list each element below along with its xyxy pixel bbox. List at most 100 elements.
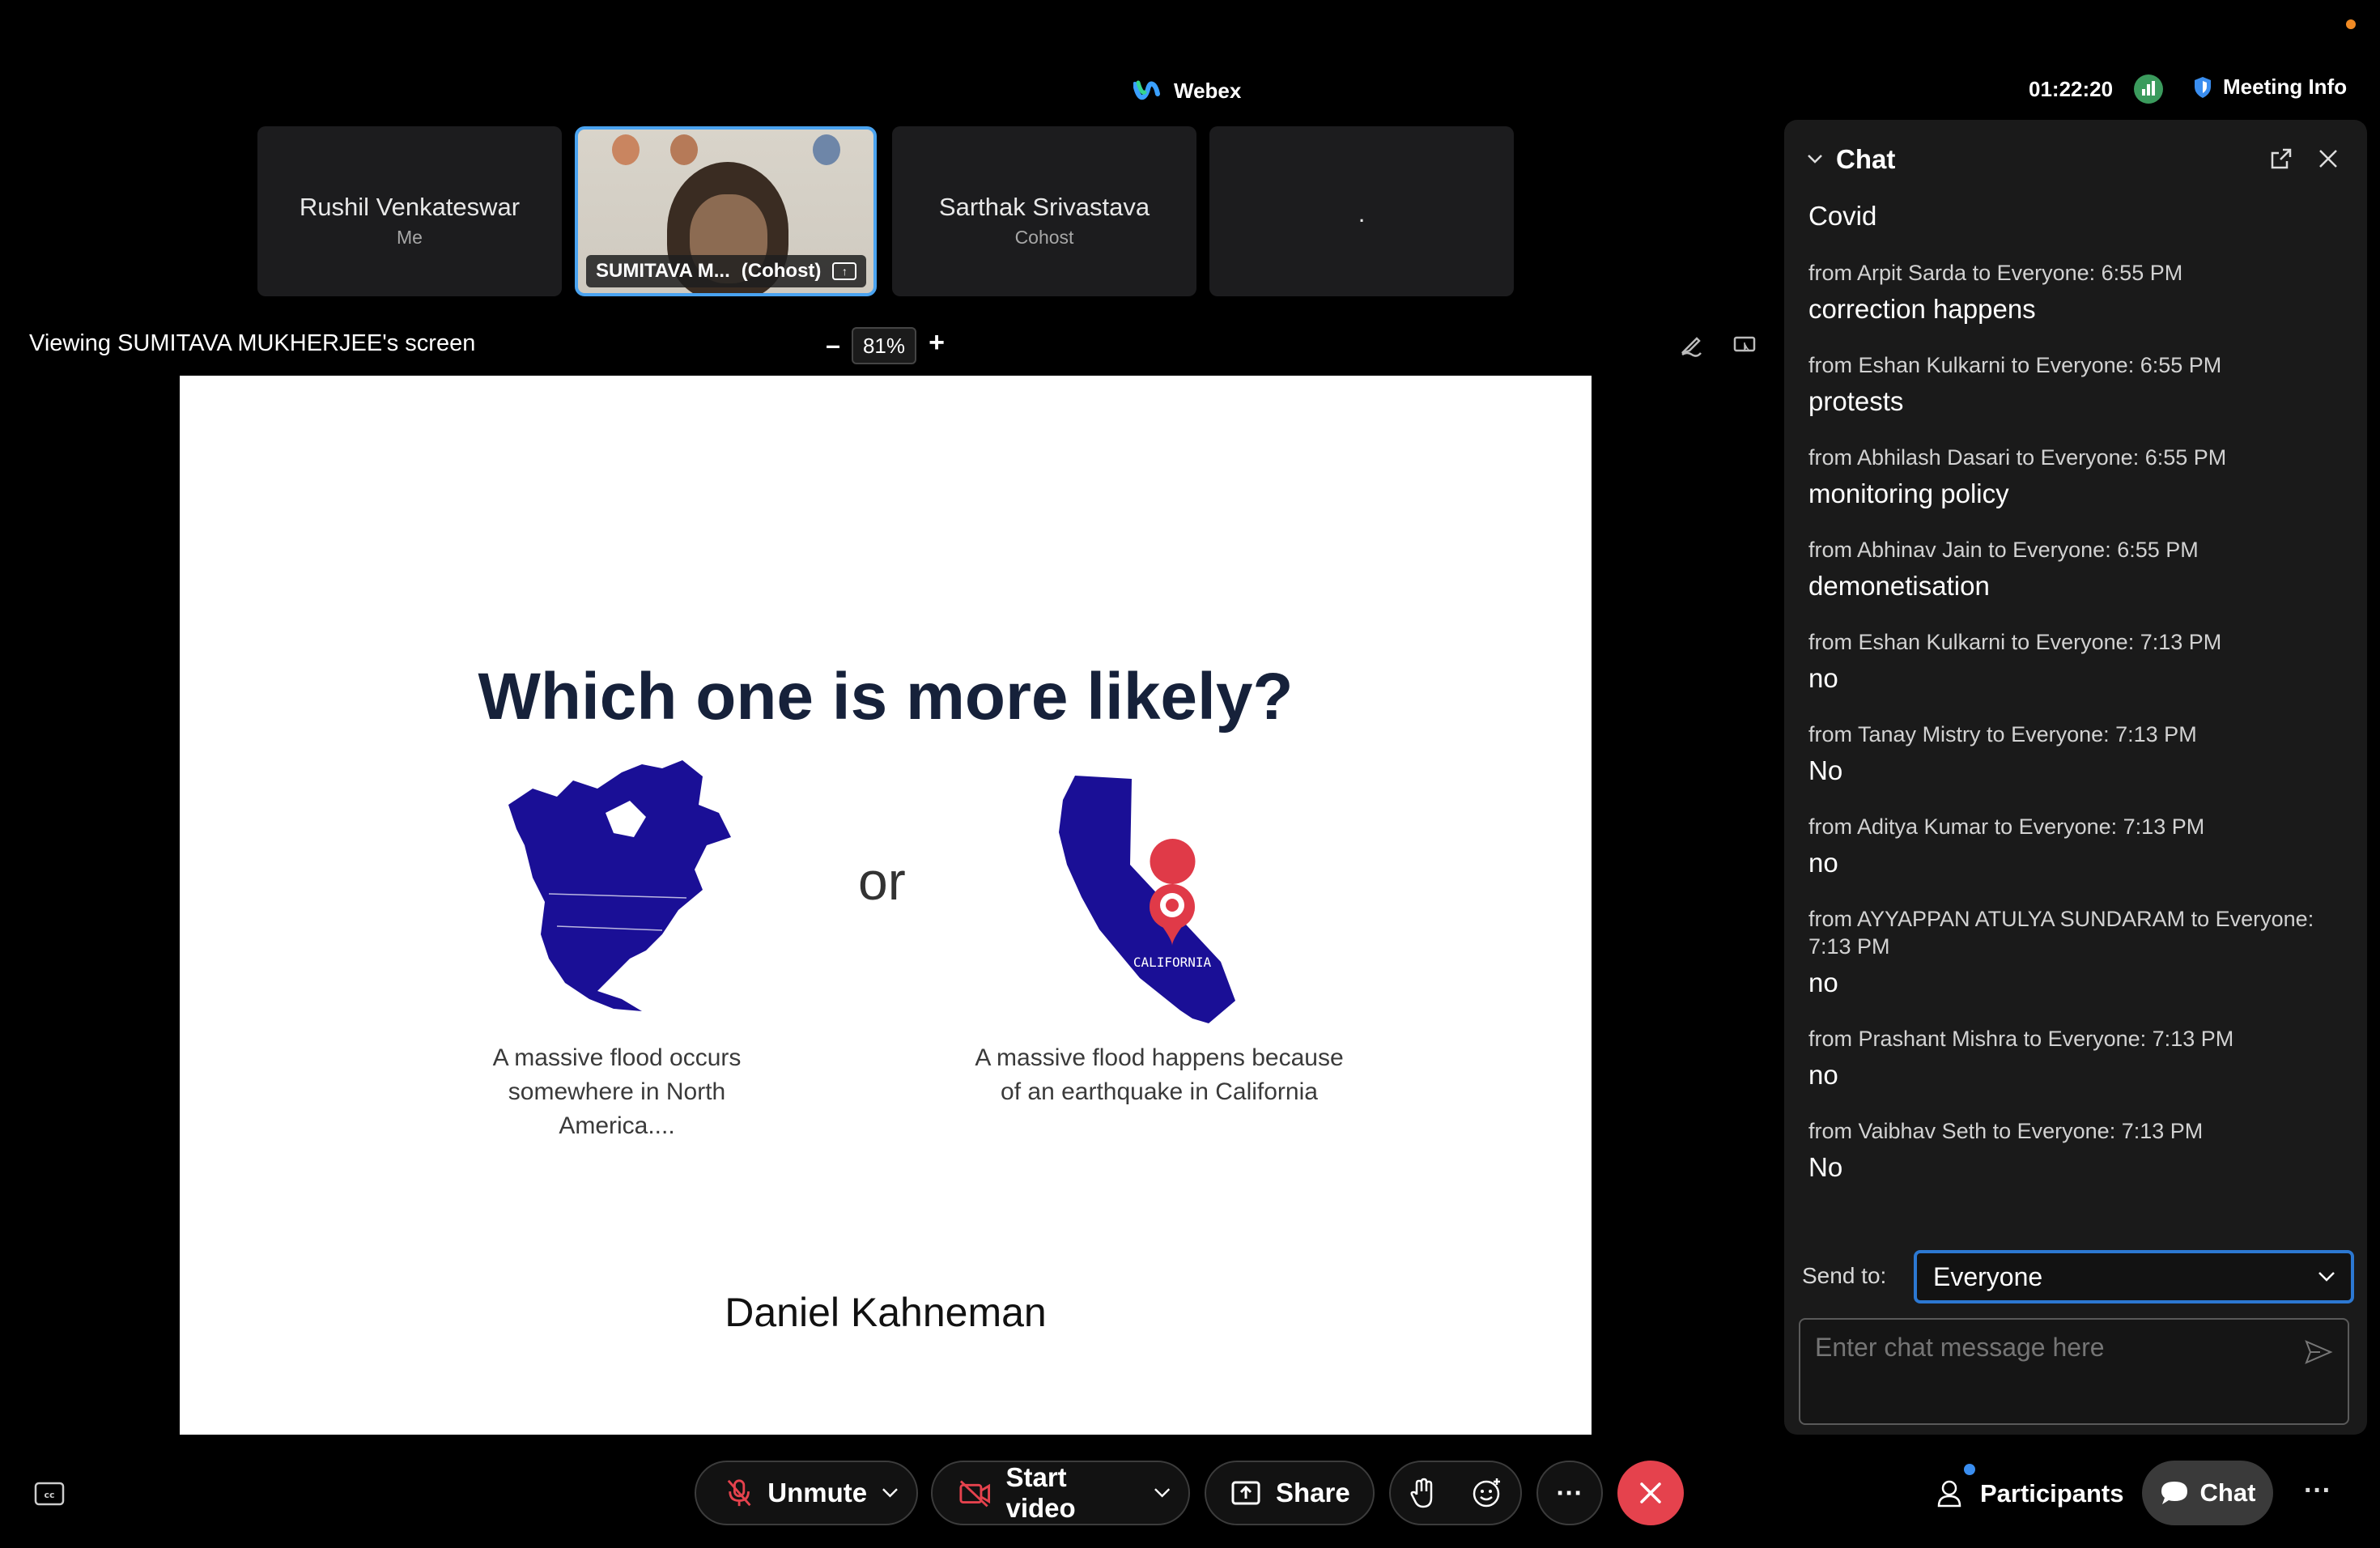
reactions-icon[interactable]: [1471, 1477, 1503, 1509]
chat-message-meta: from Tanay Mistry to Everyone: 7:13 PM: [1808, 722, 2197, 746]
lamp-decoration: [612, 134, 640, 165]
chat-message-input[interactable]: [1815, 1333, 2284, 1363]
chat-message-meta: from Eshan Kulkarni to Everyone: 7:13 PM: [1808, 630, 2222, 654]
start-video-label: Start video: [1005, 1462, 1076, 1523]
participant-tile[interactable]: .: [1209, 126, 1514, 296]
chat-input-box[interactable]: [1799, 1318, 2349, 1425]
participants-label: Participants: [1980, 1479, 2124, 1508]
chat-title: Chat: [1836, 144, 1896, 174]
popout-icon[interactable]: [2270, 147, 2293, 170]
chat-message-text: Covid: [1808, 201, 1877, 231]
chevron-down-icon[interactable]: [882, 1487, 899, 1499]
annotate-icon[interactable]: [1679, 334, 1703, 358]
meeting-info-label: Meeting Info: [2223, 74, 2348, 99]
participant-name: Sarthak Srivastava: [938, 193, 1150, 221]
chat-message-meta: from Arpit Sarda to Everyone: 6:55 PM: [1808, 261, 2183, 285]
participant-video-tile[interactable]: SUMITAVA M... (Cohost) ↑: [575, 126, 877, 296]
zoom-out-button[interactable]: –: [822, 330, 844, 360]
send-to-value: Everyone: [1933, 1261, 2043, 1291]
participant-role: (Cohost): [741, 260, 822, 282]
participant-role: Cohost: [1014, 227, 1074, 248]
slide-caption-left: A massive flood occurs somewhere in Nort…: [492, 1044, 742, 1139]
chat-message: from Prashant Mishra to Everyone: 7:13 P…: [1808, 1025, 2351, 1091]
chat-message-meta: from Abhinav Jain to Everyone: 6:55 PM: [1808, 538, 2199, 562]
shared-screen-slide: Which one is more likely? or CALIFORNIA …: [180, 376, 1592, 1435]
video-name-label: SUMITAVA M... (Cohost) ↑: [586, 255, 867, 287]
unmute-button[interactable]: Unmute: [695, 1461, 918, 1525]
unmute-label: Unmute: [767, 1478, 868, 1508]
video-off-icon: [959, 1480, 991, 1508]
network-icon[interactable]: [2134, 74, 2163, 104]
top-bar: Webex 01:22:20 Meeting Info: [0, 0, 2380, 121]
viewing-share-label: Viewing SUMITAVA MUKHERJEE's screen: [29, 330, 476, 356]
share-icon: [1231, 1481, 1260, 1505]
chat-message-meta: from Vaibhav Seth to Everyone: 7:13 PM: [1808, 1119, 2204, 1143]
participant-tile[interactable]: Sarthak Srivastava Cohost: [892, 126, 1196, 296]
meeting-info-button[interactable]: Meeting Info: [2194, 74, 2347, 100]
chat-message: from Vaibhav Seth to Everyone: 7:13 PM N…: [1808, 1117, 2351, 1184]
participants-button[interactable]: Participants: [1936, 1465, 2123, 1522]
chat-message: from Eshan Kulkarni to Everyone: 7:13 PM…: [1808, 628, 2351, 695]
chevron-down-icon[interactable]: [1805, 149, 1825, 168]
app-brand: Webex: [1133, 74, 1241, 107]
chat-message: from Abhilash Dasari to Everyone: 6:55 P…: [1808, 444, 2351, 510]
chat-message-text: No: [1808, 1152, 1843, 1182]
slide-title: Which one is more likely?: [478, 660, 1294, 734]
overflow-menu-button[interactable]: ···: [2304, 1475, 2331, 1507]
chat-message-text: demonetisation: [1808, 571, 1990, 601]
chat-header: Chat: [1784, 120, 2367, 198]
app-name: Webex: [1174, 78, 1242, 103]
chat-message: from Arpit Sarda to Everyone: 6:55 PM co…: [1808, 259, 2351, 325]
chevron-down-icon[interactable]: [1154, 1487, 1171, 1499]
mic-muted-icon: [727, 1479, 751, 1507]
california-map: CALIFORNIA: [1059, 776, 1235, 1023]
share-screen-icon: ↑: [832, 262, 857, 280]
chat-message-text: no: [1808, 663, 1838, 693]
chat-message: from AYYAPPAN ATULYA SUNDARAM to Everyon…: [1808, 905, 2351, 999]
remote-control-icon[interactable]: [1732, 334, 1757, 358]
end-call-icon: [1640, 1482, 1661, 1503]
slide-caption-right: A massive flood happens because of an ea…: [975, 1044, 1344, 1105]
more-label: ···: [1556, 1478, 1583, 1508]
chat-panel: Chat Covid from Arpit Sarda to Everyone:…: [1784, 120, 2367, 1435]
chat-message-text: No: [1808, 755, 1843, 785]
zoom-level[interactable]: 81%: [852, 327, 916, 364]
send-to-dropdown[interactable]: Everyone: [1914, 1250, 2354, 1303]
north-america-map: [508, 760, 731, 1011]
hand-and-reactions-group: [1389, 1461, 1522, 1525]
chat-message: from Aditya Kumar to Everyone: 7:13 PM n…: [1808, 813, 2351, 879]
slide-or-text: or: [858, 851, 906, 911]
webex-logo-icon: [1133, 80, 1160, 100]
send-icon[interactable]: [2304, 1339, 2333, 1365]
chat-message-meta: from Abhilash Dasari to Everyone: 6:55 P…: [1808, 445, 2227, 470]
participant-name: SUMITAVA M...: [596, 260, 730, 282]
chat-message-text: no: [1808, 848, 1838, 878]
svg-text:cc: cc: [44, 1490, 54, 1500]
participant-role: Me: [397, 227, 423, 248]
raise-hand-icon[interactable]: [1409, 1477, 1436, 1509]
share-button[interactable]: Share: [1205, 1461, 1375, 1525]
participants-icon: [1937, 1480, 1961, 1508]
closed-captions-icon[interactable]: cc: [34, 1482, 65, 1506]
chat-message: from Tanay Mistry to Everyone: 7:13 PM N…: [1808, 721, 2351, 787]
participant-name: Rushil Venkateswar: [299, 193, 521, 221]
chat-message-text: no: [1808, 968, 1838, 997]
meeting-timer: 01:22:20: [2029, 77, 2114, 101]
end-call-button[interactable]: [1617, 1461, 1684, 1525]
chat-message-meta: from Eshan Kulkarni to Everyone: 6:55 PM: [1808, 353, 2222, 377]
shield-icon: [2195, 76, 2211, 98]
chat-message-list[interactable]: Covid from Arpit Sarda to Everyone: 6:55…: [1808, 201, 2351, 1318]
close-icon[interactable]: [2317, 147, 2340, 170]
more-options-button[interactable]: ···: [1536, 1461, 1603, 1525]
send-to-label: Send to:: [1802, 1263, 1887, 1288]
chat-message-text: protests: [1808, 386, 1904, 416]
share-label: Share: [1276, 1478, 1350, 1508]
chat-button[interactable]: Chat: [2142, 1461, 2273, 1525]
chat-message-text: no: [1808, 1060, 1838, 1090]
chat-message: from Abhinav Jain to Everyone: 6:55 PM d…: [1808, 536, 2351, 602]
slide-author: Daniel Kahneman: [725, 1290, 1047, 1335]
participant-tile[interactable]: Rushil Venkateswar Me: [257, 126, 562, 296]
start-video-button[interactable]: Start video: [931, 1461, 1190, 1525]
participant-name: .: [1358, 199, 1366, 228]
zoom-in-button[interactable]: +: [926, 327, 947, 359]
